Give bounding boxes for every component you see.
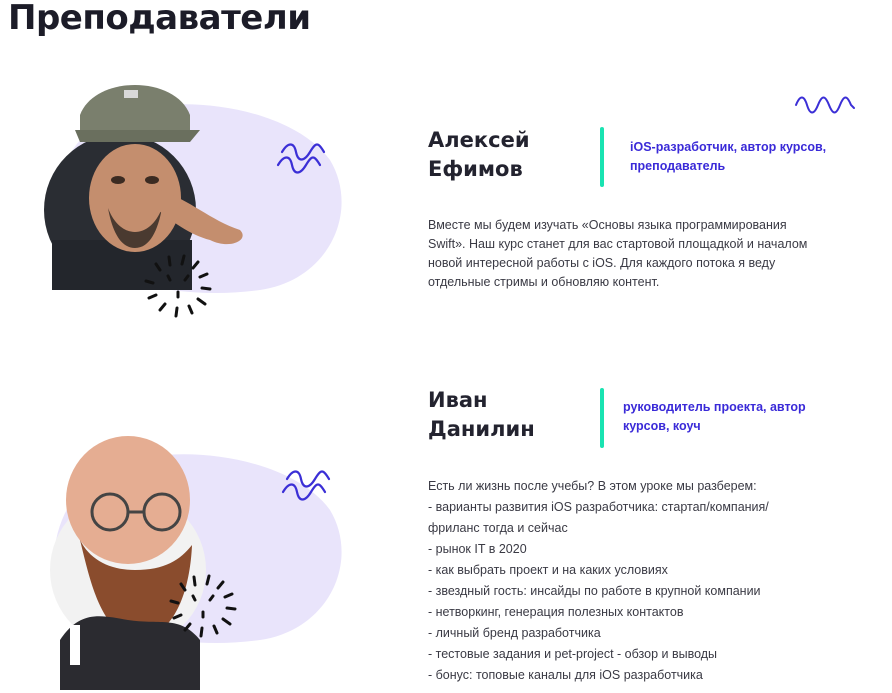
page-title: Преподаватели — [8, 0, 311, 38]
teacher-photo-1 — [44, 85, 342, 318]
list-item: - личный бренд разработчика — [428, 626, 601, 640]
teacher-intro: Есть ли жизнь после учебы? В этом уроке … — [428, 479, 757, 493]
teacher-card-2: Иван Данилин руководитель проекта, автор… — [0, 380, 892, 693]
list-item: - звездный гость: инсайды по работе в кр… — [428, 584, 761, 598]
list-item: - как выбрать проект и на каких условиях — [428, 563, 668, 577]
list-item: - рынок IT в 2020 — [428, 542, 527, 556]
accent-bar — [600, 127, 604, 187]
list-item: фриланс тогда и сейчас — [428, 521, 568, 535]
teacher-name: Иван Данилин — [428, 388, 535, 441]
teacher-description: Вместе мы будем изучать «Основы языка пр… — [428, 218, 808, 289]
accent-bar — [600, 388, 604, 448]
teacher-card-1: Алексей Ефимов iOS-разработчик, автор ку… — [0, 70, 892, 350]
list-item: - бонус: топовые каналы для iOS разработ… — [428, 668, 703, 682]
list-item: - варианты развития iOS разработчика: ст… — [428, 500, 769, 514]
topics-list: - варианты развития iOS разработчика: ст… — [428, 497, 828, 686]
teacher-name: Алексей Ефимов — [428, 128, 530, 181]
list-item: - нетворкинг, генерация полезных контакт… — [428, 605, 684, 619]
list-item: - тестовые задания и pet-project - обзор… — [428, 647, 718, 661]
teacher-photo-2 — [50, 436, 342, 690]
teacher-role: руководитель проекта, автор курсов, коуч — [623, 400, 806, 433]
teacher-role: iOS-разработчик, автор курсов, преподава… — [630, 140, 827, 173]
